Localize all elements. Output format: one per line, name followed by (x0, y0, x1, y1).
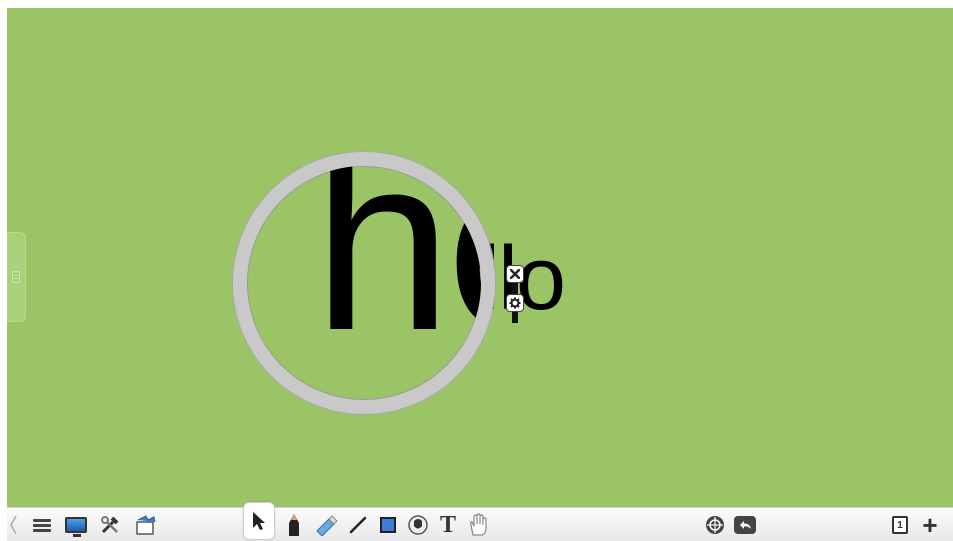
gallery-icon (136, 515, 156, 535)
menu-button[interactable] (29, 512, 55, 538)
text-tool-icon: T (439, 511, 456, 538)
pen-tool-icon (289, 514, 299, 536)
plus-icon: + (922, 510, 938, 540)
target-icon (706, 516, 724, 534)
delete-object-button[interactable] (506, 265, 524, 283)
target-button[interactable] (702, 512, 728, 538)
line-tool-icon (349, 516, 367, 534)
gallery-button[interactable] (133, 512, 159, 538)
fill-tool-icon (408, 515, 428, 535)
display-icon (65, 517, 87, 537)
grip-icon (12, 271, 20, 283)
page-button[interactable]: 1 (887, 512, 913, 538)
fill-tool-button[interactable] (405, 512, 431, 538)
text-tool-button[interactable]: T (435, 512, 461, 538)
magnifier-lens[interactable]: he (233, 152, 495, 414)
undo-button[interactable] (732, 512, 758, 538)
gear-icon (509, 297, 521, 309)
bottom-toolbar: T 1 + (7, 502, 953, 541)
pan-tool-icon (470, 513, 487, 536)
pan-tool-button[interactable] (465, 512, 491, 538)
select-tool-icon (253, 512, 265, 530)
side-panel-tab[interactable] (7, 232, 26, 322)
tools-icon (101, 516, 119, 534)
highlighter-tool-icon (316, 515, 338, 536)
add-page-button[interactable]: + (917, 512, 943, 538)
display-button[interactable] (63, 512, 89, 538)
object-settings-button[interactable] (506, 294, 524, 312)
close-icon (510, 269, 520, 279)
collapse-chevron-icon[interactable] (9, 515, 17, 535)
shape-tool-icon (380, 517, 396, 533)
select-tool-button[interactable] (243, 502, 275, 540)
magnified-text: he (313, 152, 481, 382)
pen-tool-button[interactable] (281, 512, 307, 538)
page-number: 1 (892, 516, 908, 534)
highlighter-tool-button[interactable] (313, 512, 339, 538)
line-tool-button[interactable] (345, 512, 371, 538)
tools-button[interactable] (97, 512, 123, 538)
shape-tool-button[interactable] (375, 512, 401, 538)
undo-icon (734, 516, 756, 534)
menu-icon (33, 517, 51, 534)
